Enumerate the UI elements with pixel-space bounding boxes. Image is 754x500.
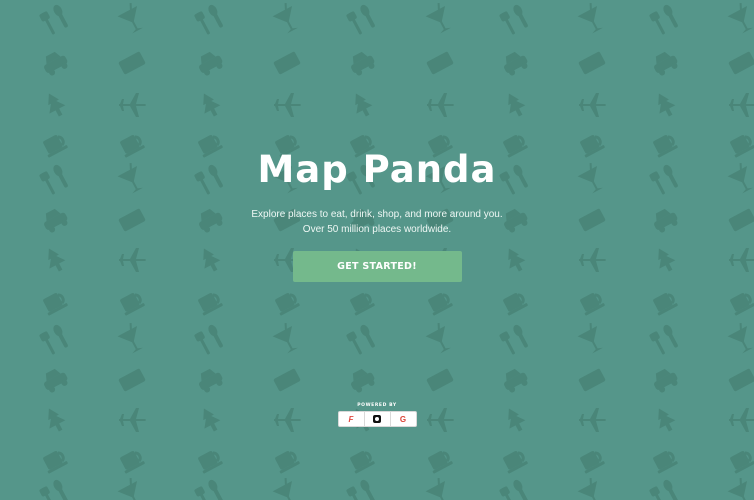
cocktail-icon <box>724 0 754 36</box>
coffee-icon <box>726 288 754 318</box>
ticket-icon <box>728 368 754 392</box>
tree-icon <box>500 89 529 120</box>
car-icon <box>499 365 531 395</box>
tagline-line-1: Explore places to eat, drink, shop, and … <box>251 209 503 220</box>
coffee-icon <box>499 446 530 476</box>
get-started-button[interactable]: GET STARTED! <box>292 251 462 282</box>
coffee-icon <box>39 446 70 476</box>
utensils-icon <box>648 3 681 37</box>
coffee-icon <box>424 288 455 318</box>
coffee-icon <box>649 288 680 318</box>
plane-icon <box>427 93 454 117</box>
hero-section: Map Panda Explore places to eat, drink, … <box>0 148 754 282</box>
tree-icon <box>195 89 224 120</box>
yelp-logo-icon[interactable] <box>365 412 391 426</box>
coffee-icon <box>39 288 70 318</box>
coffee-icon <box>346 446 377 476</box>
car-icon <box>649 48 681 78</box>
ticket-icon <box>728 51 754 75</box>
coffee-icon <box>499 288 530 318</box>
cocktail-icon <box>422 0 456 36</box>
utensils-icon <box>193 478 226 500</box>
car-icon <box>194 365 226 395</box>
car-icon <box>346 365 378 395</box>
plane-icon <box>274 93 301 117</box>
coffee-icon <box>271 288 302 318</box>
ticket-icon <box>273 51 301 75</box>
car-icon <box>649 365 681 395</box>
utensils-icon <box>38 478 71 500</box>
utensils-icon <box>193 3 226 37</box>
cocktail-icon <box>574 320 608 356</box>
coffee-icon <box>271 446 302 476</box>
coffee-icon <box>649 446 680 476</box>
provider-logos: F G <box>337 411 417 427</box>
cocktail-icon <box>574 475 608 500</box>
powered-by-section: POWERED BY F G <box>0 403 754 427</box>
ticket-icon <box>118 51 146 75</box>
car-icon <box>346 48 378 78</box>
car-icon <box>39 48 71 78</box>
plane-icon <box>579 93 606 117</box>
cocktail-icon <box>269 475 303 500</box>
cocktail-icon <box>724 475 754 500</box>
page-title: Map Panda <box>257 148 497 191</box>
tree-icon <box>347 89 376 120</box>
ticket-icon <box>578 51 606 75</box>
coffee-icon <box>116 288 147 318</box>
ticket-icon <box>273 368 301 392</box>
utensils-icon <box>498 323 531 357</box>
cocktail-icon <box>574 0 608 36</box>
ticket-icon <box>426 51 454 75</box>
utensils-icon <box>345 323 378 357</box>
coffee-icon <box>194 446 225 476</box>
car-icon <box>499 48 531 78</box>
cocktail-icon <box>422 320 456 356</box>
utensils-icon <box>193 323 226 357</box>
utensils-icon <box>648 323 681 357</box>
coffee-icon <box>194 288 225 318</box>
foursquare-logo-icon[interactable]: F <box>339 412 365 426</box>
coffee-icon <box>726 446 754 476</box>
utensils-icon <box>498 478 531 500</box>
cocktail-icon <box>114 320 148 356</box>
utensils-icon <box>38 3 71 37</box>
cocktail-icon <box>269 0 303 36</box>
cocktail-icon <box>422 475 456 500</box>
tagline-line-2: Over 50 million places worldwide. <box>302 224 452 235</box>
utensils-icon <box>345 3 378 37</box>
tagline: Explore places to eat, drink, shop, and … <box>0 207 754 237</box>
coffee-icon <box>346 288 377 318</box>
plane-icon <box>729 93 754 117</box>
coffee-icon <box>424 446 455 476</box>
google-logo-icon[interactable]: G <box>391 412 416 426</box>
coffee-icon <box>116 446 147 476</box>
cocktail-icon <box>724 320 754 356</box>
utensils-icon <box>38 323 71 357</box>
tree-icon <box>650 89 679 120</box>
utensils-icon <box>498 3 531 37</box>
plane-icon <box>119 93 146 117</box>
ticket-icon <box>578 368 606 392</box>
tree-icon <box>40 89 69 120</box>
car-icon <box>39 365 71 395</box>
coffee-icon <box>576 446 607 476</box>
car-icon <box>194 48 226 78</box>
cocktail-icon <box>114 0 148 36</box>
coffee-icon <box>576 288 607 318</box>
powered-by-label: POWERED BY <box>357 403 397 408</box>
ticket-icon <box>118 368 146 392</box>
utensils-icon <box>648 478 681 500</box>
ticket-icon <box>426 368 454 392</box>
cocktail-icon <box>114 475 148 500</box>
utensils-icon <box>345 478 378 500</box>
cocktail-icon <box>269 320 303 356</box>
